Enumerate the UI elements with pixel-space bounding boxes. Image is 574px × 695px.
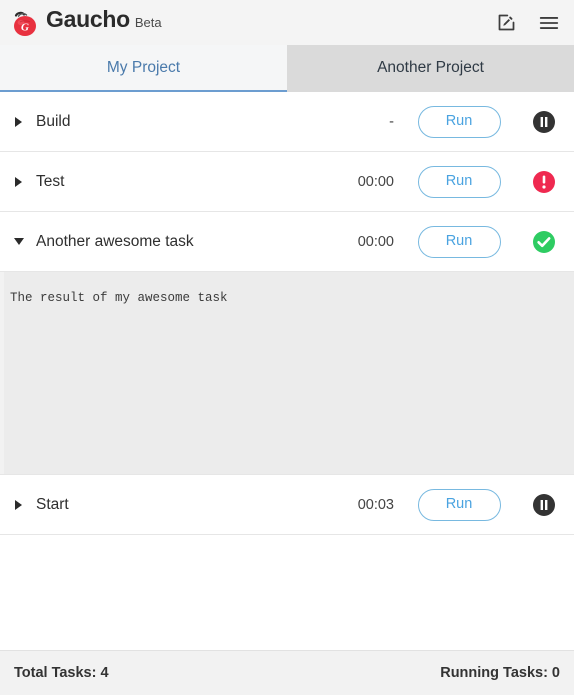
run-cell: Run <box>404 165 514 198</box>
app-header: G Gaucho Beta <box>0 0 574 45</box>
brand: G Gaucho Beta <box>10 5 162 38</box>
tab-my-project[interactable]: My Project <box>0 45 287 92</box>
task-name: Start <box>36 495 69 513</box>
run-cell: Run <box>404 225 514 258</box>
run-cell: Run <box>404 488 514 521</box>
expand-collapse-toggle[interactable] <box>4 237 34 247</box>
chevron-right-icon <box>14 176 24 188</box>
task-output-panel[interactable]: The result of my awesome task <box>0 272 574 475</box>
tab-label: My Project <box>106 58 181 76</box>
chevron-right-icon <box>14 116 24 128</box>
status-badge[interactable] <box>514 170 574 194</box>
task-list-empty-area <box>0 535 574 650</box>
gaucho-app-window: G Gaucho Beta My Project Another Project… <box>0 0 574 695</box>
task-duration: - <box>389 113 394 130</box>
status-badge[interactable] <box>514 230 574 254</box>
menu-button[interactable] <box>538 12 560 34</box>
pause-circle-icon <box>532 110 556 134</box>
run-cell: Run <box>404 105 514 138</box>
brand-beta-label: Beta <box>134 14 162 30</box>
table-row[interactable]: Another awesome task 00:00 Run <box>0 212 574 272</box>
status-badge[interactable] <box>514 110 574 134</box>
task-duration: 00:00 <box>357 173 394 190</box>
task-output-text: The result of my awesome task <box>10 291 228 305</box>
task-duration: 00:03 <box>357 496 394 513</box>
error-circle-icon <box>532 170 556 194</box>
brand-name: Gaucho <box>46 5 130 32</box>
run-button[interactable]: Run <box>417 165 501 198</box>
hamburger-menu-icon <box>538 12 560 34</box>
run-button[interactable]: Run <box>417 225 501 258</box>
expand-collapse-toggle[interactable] <box>4 176 34 188</box>
task-name: Test <box>36 172 65 190</box>
tab-label: Another Project <box>377 58 484 76</box>
status-bar: Total Tasks: 4 Running Tasks: 0 <box>0 650 574 695</box>
chevron-down-icon <box>13 237 25 247</box>
pause-circle-icon <box>532 493 556 517</box>
chevron-right-icon <box>14 499 24 511</box>
edit-pencil-icon <box>496 12 517 33</box>
table-row[interactable]: Build - Run <box>0 92 574 152</box>
table-row[interactable]: Test 00:00 Run <box>0 152 574 212</box>
task-duration: 00:00 <box>357 233 394 250</box>
task-name: Build <box>36 112 71 130</box>
expand-collapse-toggle[interactable] <box>4 499 34 511</box>
tomato-logo-icon: G <box>10 8 40 38</box>
header-actions <box>495 12 560 34</box>
project-tabs: My Project Another Project <box>0 45 574 92</box>
expand-collapse-toggle[interactable] <box>4 116 34 128</box>
task-list: Build - Run Test 00:00 Run Another aweso… <box>0 92 574 650</box>
running-tasks-label: Running Tasks: 0 <box>440 665 560 681</box>
svg-text:G: G <box>21 21 29 33</box>
status-badge[interactable] <box>514 493 574 517</box>
task-name: Another awesome task <box>36 232 194 250</box>
run-button[interactable]: Run <box>417 105 501 138</box>
run-button[interactable]: Run <box>417 488 501 521</box>
total-tasks-label: Total Tasks: 4 <box>14 665 109 681</box>
tab-another-project[interactable]: Another Project <box>287 45 574 92</box>
table-row[interactable]: Start 00:03 Run <box>0 475 574 535</box>
edit-button[interactable] <box>495 12 517 34</box>
success-check-circle-icon <box>532 230 556 254</box>
